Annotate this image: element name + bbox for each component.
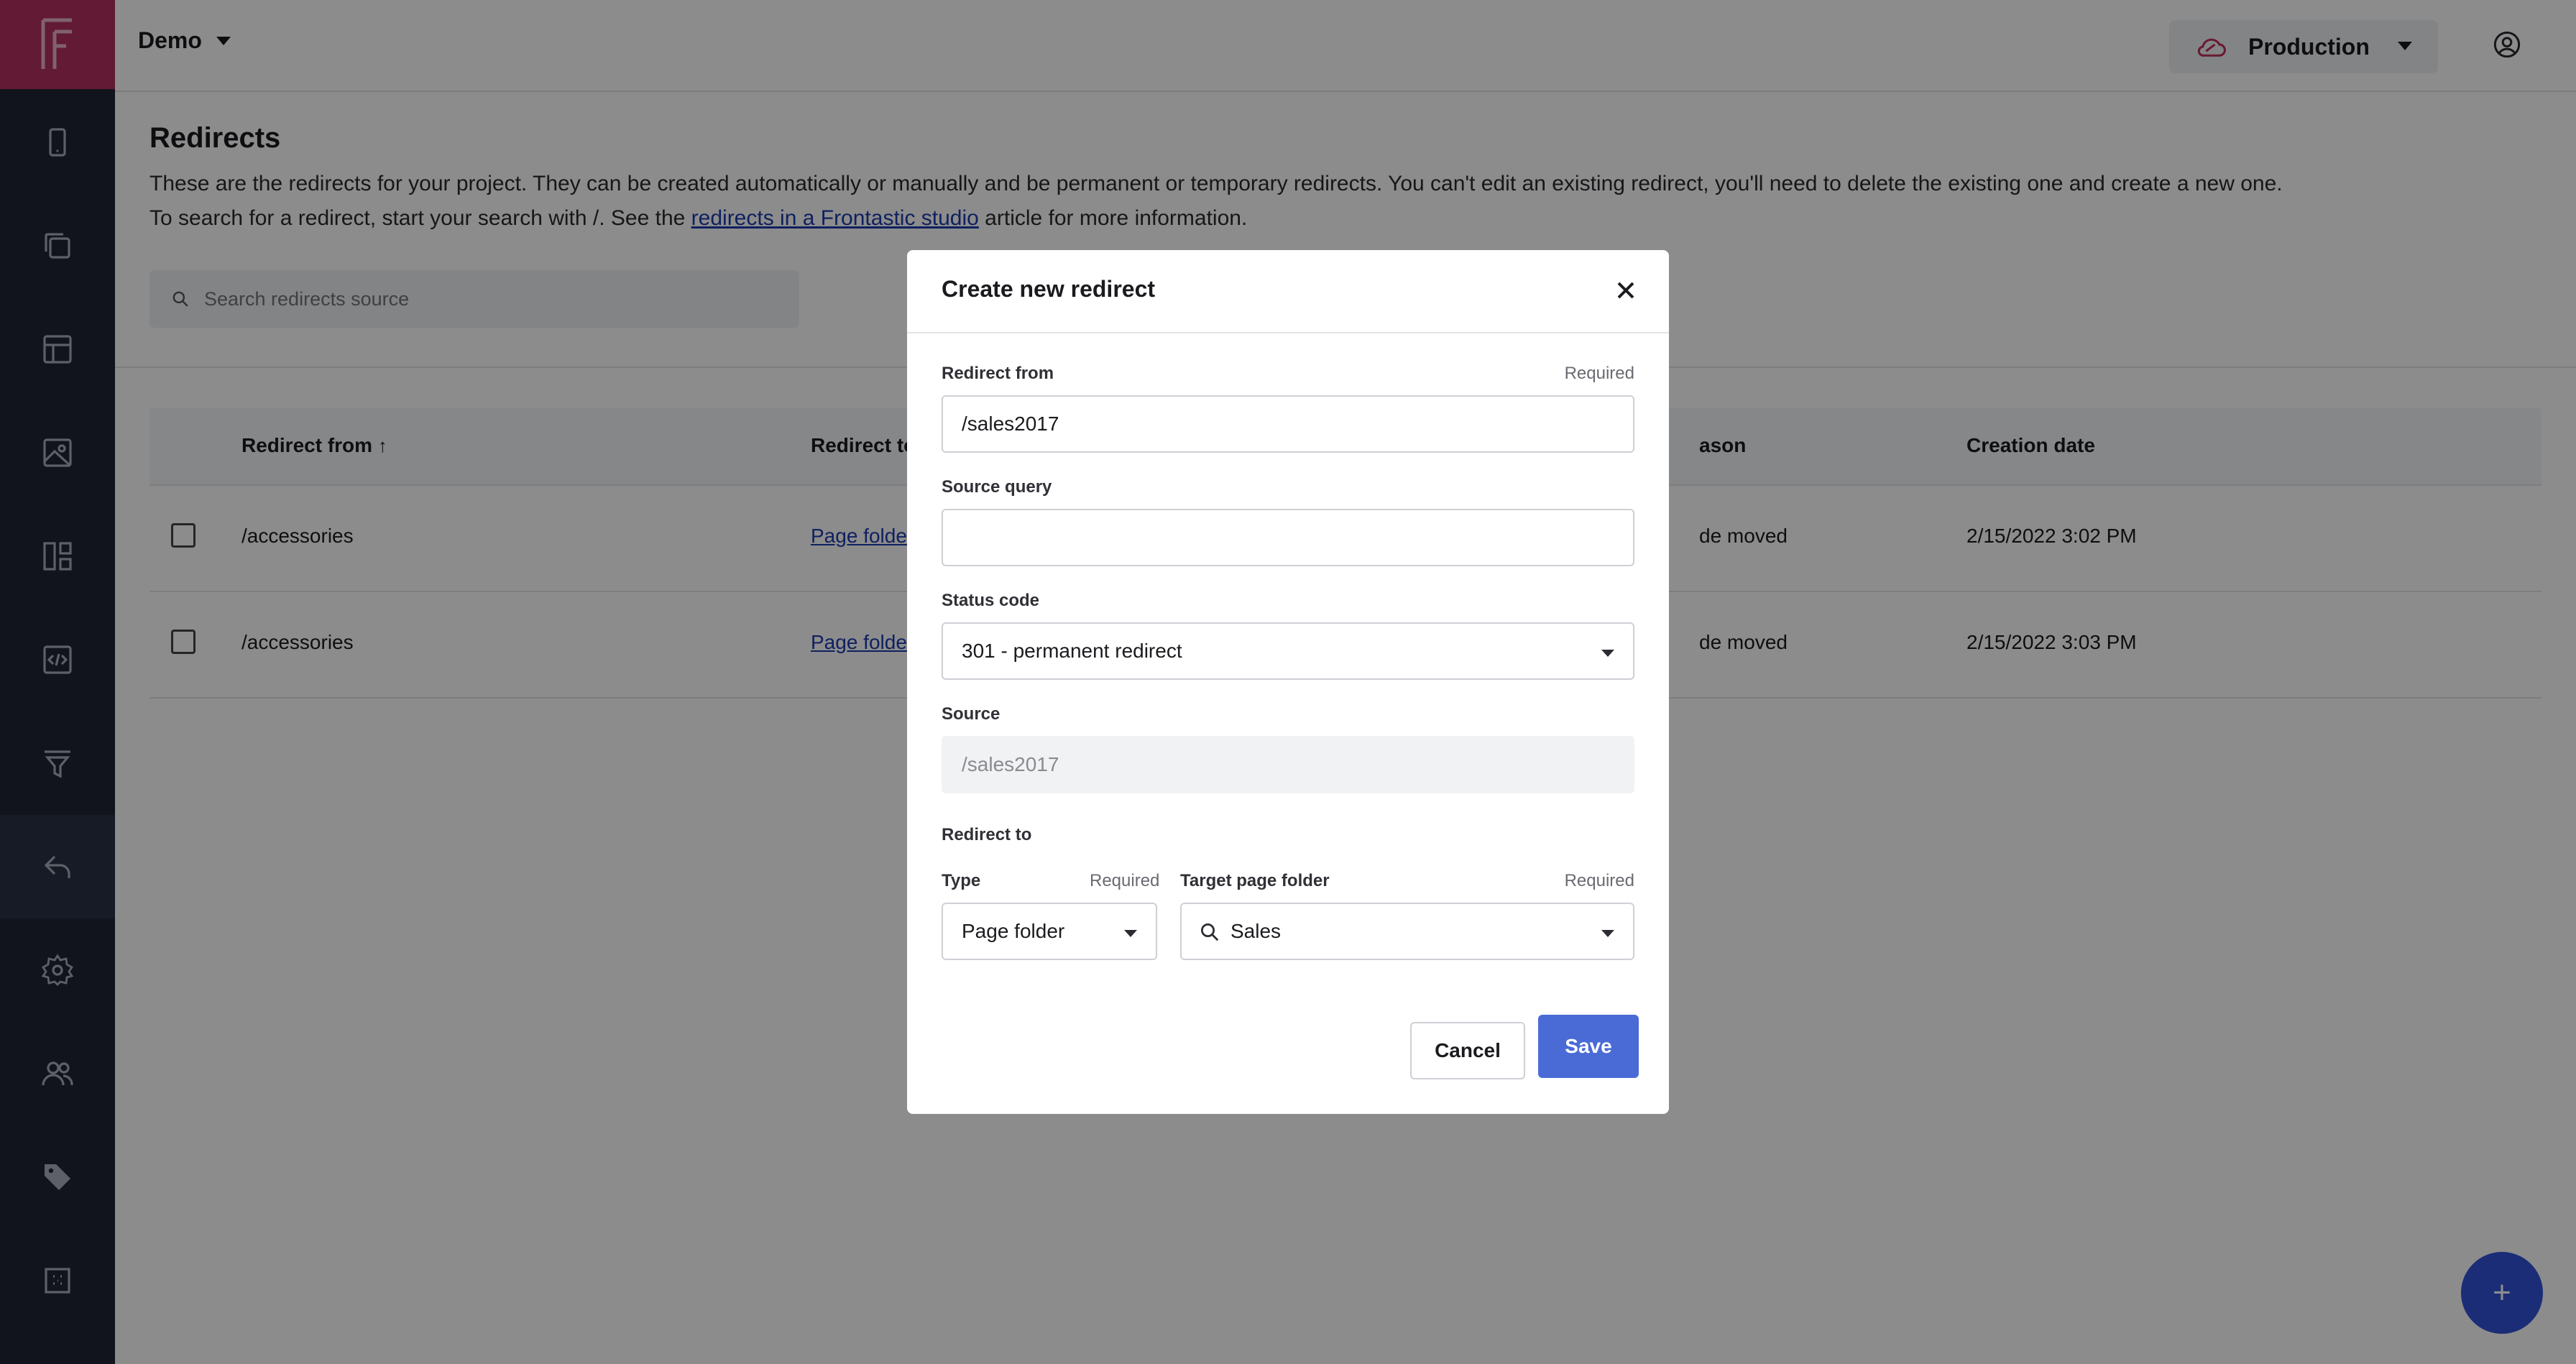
required-hint: Required — [1564, 871, 1634, 890]
redirect-to-label: Redirect to — [942, 825, 1032, 844]
caret-down-icon — [1601, 930, 1614, 937]
type-label: Type — [942, 871, 981, 890]
close-icon[interactable] — [1611, 276, 1640, 305]
search-icon — [1201, 923, 1219, 941]
required-hint: Required — [1090, 871, 1160, 890]
source-query-input[interactable] — [942, 509, 1634, 566]
source-query-label: Source query — [942, 477, 1052, 497]
cancel-button[interactable]: Cancel — [1410, 1022, 1525, 1079]
redirect-from-value: /sales2017 — [962, 413, 1059, 435]
redirect-from-label: Redirect from — [942, 364, 1054, 383]
status-code-label: Status code — [942, 591, 1040, 610]
status-code-select[interactable]: 301 - permanent redirect — [942, 622, 1634, 680]
source-value: /sales2017 — [962, 753, 1059, 775]
type-select[interactable]: Page folder — [942, 903, 1157, 960]
target-page-folder-select[interactable]: Sales — [1180, 903, 1634, 960]
type-value: Page folder — [962, 920, 1065, 942]
status-code-value: 301 - permanent redirect — [962, 640, 1182, 662]
redirect-from-input[interactable]: /sales2017 — [942, 395, 1634, 453]
caret-down-icon — [1124, 930, 1137, 937]
create-redirect-dialog: Create new redirect Redirect from Requir… — [907, 250, 1669, 1114]
required-hint: Required — [1564, 364, 1634, 383]
caret-down-icon — [1601, 650, 1614, 657]
source-label: Source — [942, 704, 1000, 724]
dialog-header: Create new redirect — [907, 250, 1669, 333]
target-page-folder-value: Sales — [1230, 920, 1282, 942]
save-button[interactable]: Save — [1538, 1015, 1639, 1078]
source-field: /sales2017 — [942, 736, 1634, 793]
dialog-title: Create new redirect — [942, 276, 1156, 302]
target-page-folder-label: Target page folder — [1180, 871, 1330, 890]
